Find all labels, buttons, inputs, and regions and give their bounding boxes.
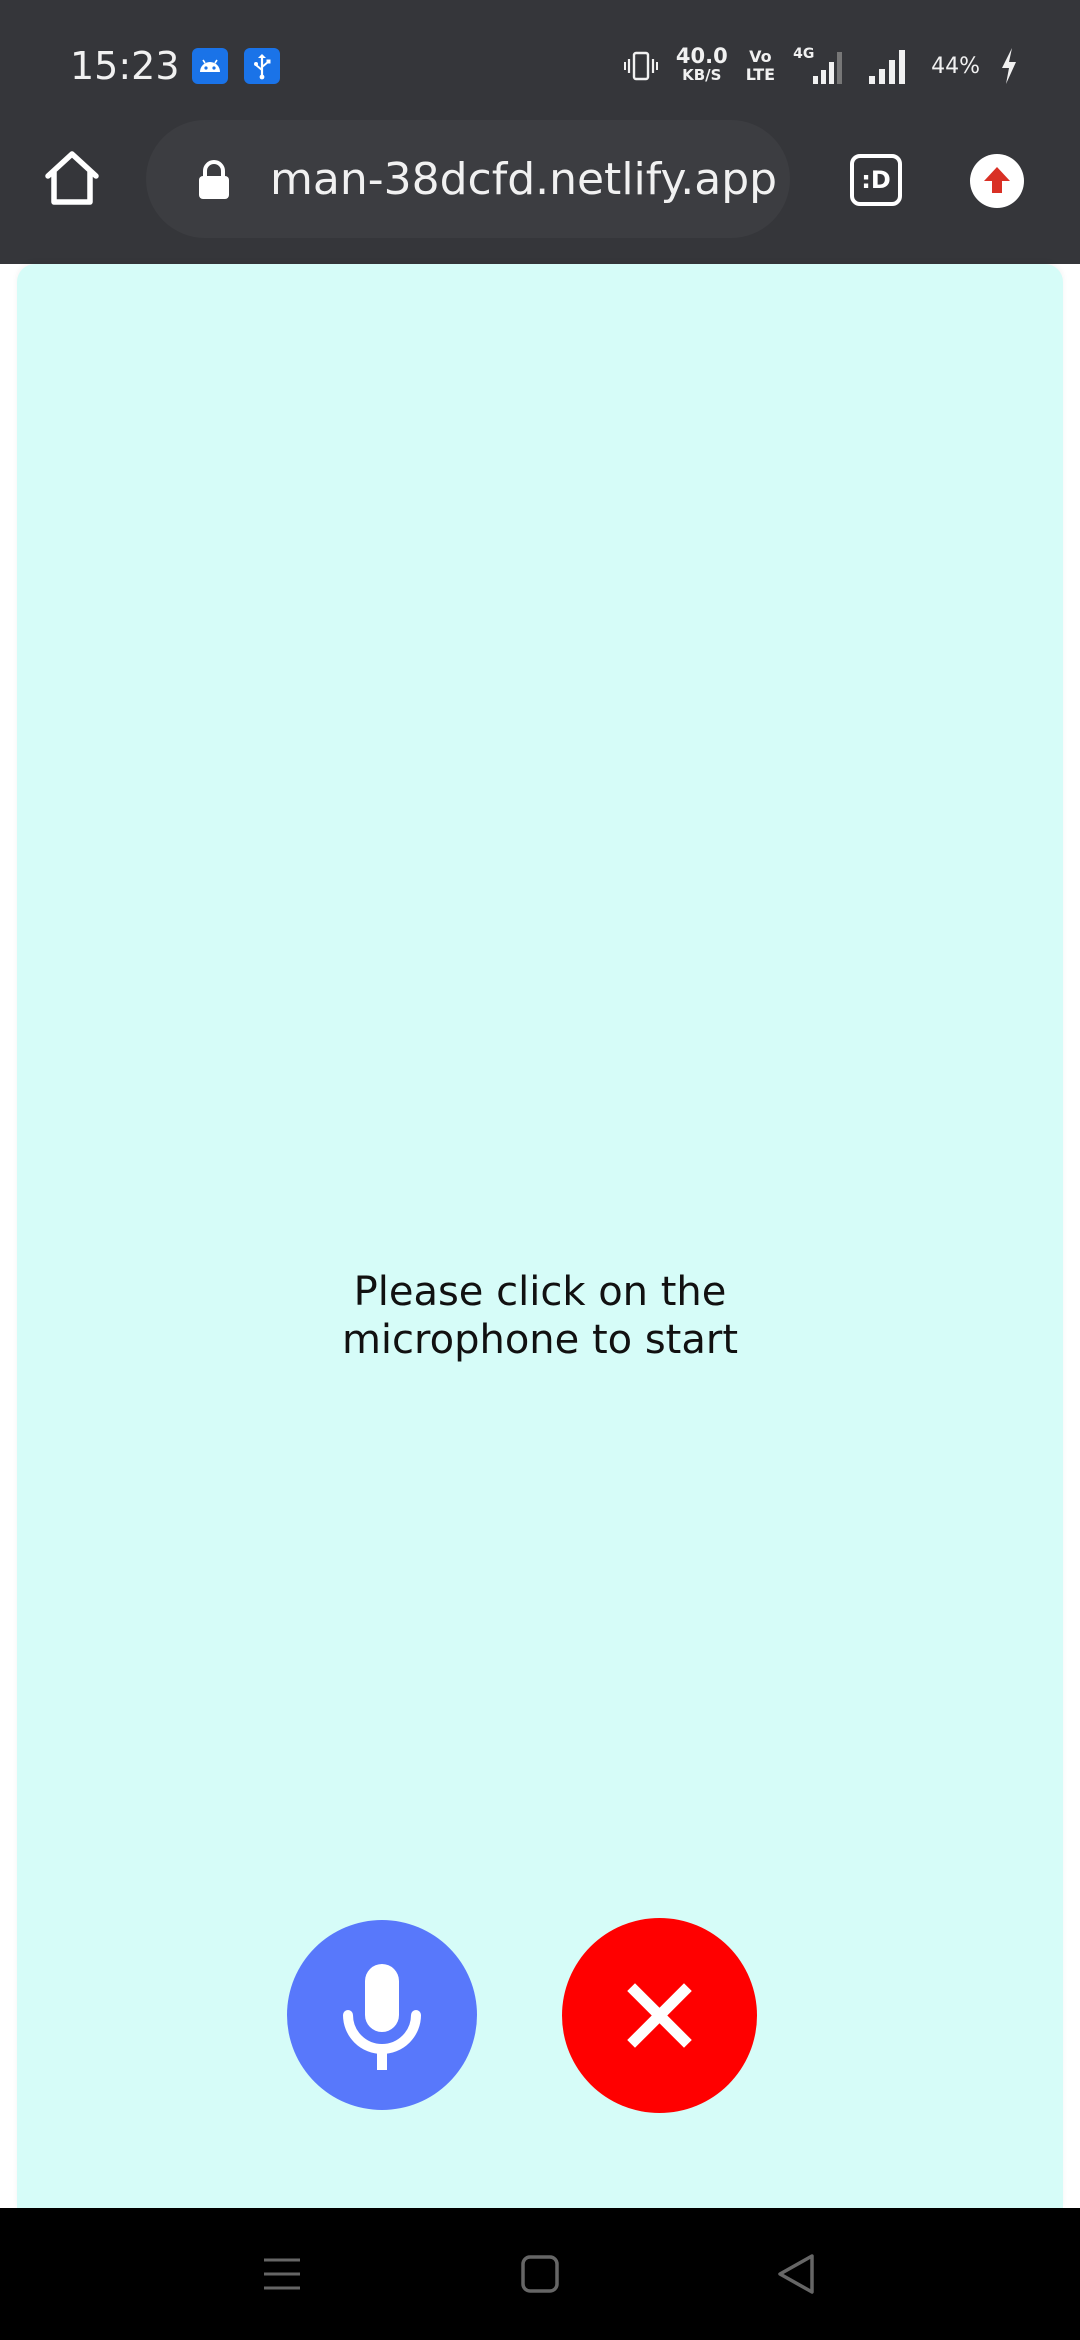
volte-bottom: LTE bbox=[745, 65, 776, 84]
status-indicators: 40.0 KB/S Vo LTE 4G 44% bbox=[623, 42, 1020, 90]
network-speed-unit: KB/S bbox=[682, 66, 722, 84]
menu-icon[interactable] bbox=[262, 2256, 302, 2292]
home-button[interactable] bbox=[40, 146, 104, 210]
microphone-button[interactable] bbox=[287, 1920, 477, 2110]
usb-icon bbox=[244, 48, 280, 84]
battery-level: 44% bbox=[931, 53, 980, 79]
tab-switcher-button[interactable]: :D bbox=[850, 154, 902, 206]
network-speed: 40.0 KB/S bbox=[675, 44, 728, 85]
system-navigation-bar bbox=[0, 2208, 1080, 2340]
url-text[interactable]: man-38dcfd.netlify.app bbox=[270, 150, 777, 210]
volte-top: Vo bbox=[749, 47, 772, 66]
android-icon bbox=[192, 48, 228, 84]
update-arrow-icon bbox=[984, 167, 1010, 193]
network-speed-value: 40.0 bbox=[675, 44, 728, 68]
update-chrome-button[interactable] bbox=[970, 154, 1024, 208]
close-button[interactable] bbox=[562, 1918, 757, 2113]
signal-4g: 4G bbox=[793, 46, 849, 86]
microphone-icon bbox=[343, 1964, 421, 2070]
home-nav-icon[interactable] bbox=[520, 2254, 560, 2294]
battery-charging-icon bbox=[1002, 48, 1016, 84]
status-time: 15:23 bbox=[70, 44, 180, 88]
content-panel bbox=[17, 264, 1063, 2208]
status-bar: 15:23 40.0 KB/S Vo LTE 4G 44% bbox=[0, 0, 1080, 132]
start-prompt: Please click on the microphone to start bbox=[341, 1269, 739, 1363]
signal-icon bbox=[813, 52, 843, 84]
home-icon bbox=[45, 151, 99, 205]
signal-strength-icon bbox=[869, 50, 906, 84]
volte-indicator: Vo LTE bbox=[746, 48, 775, 84]
back-icon[interactable] bbox=[776, 2252, 816, 2296]
lock-icon[interactable] bbox=[196, 160, 232, 200]
close-icon bbox=[627, 1983, 692, 2048]
vibrate-icon bbox=[623, 51, 658, 81]
